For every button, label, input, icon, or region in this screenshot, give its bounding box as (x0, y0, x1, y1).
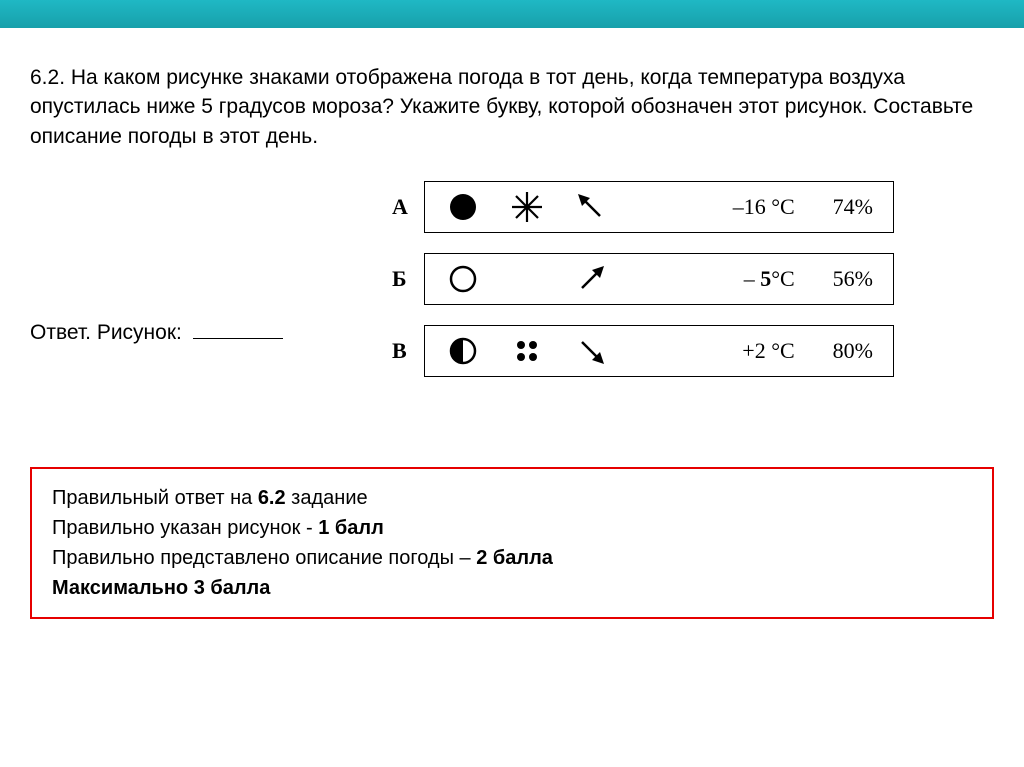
answer-blank-line (193, 338, 283, 339)
cloud-full-icon (445, 189, 481, 225)
scoring-line-1: Правильный ответ на 6.2 задание (52, 483, 972, 513)
empty-slot-b (509, 261, 545, 297)
question-text: 6.2. На каком рисунке знаками отображена… (30, 63, 994, 151)
wind-arrow-ne-icon (573, 261, 609, 297)
snow-icon (509, 189, 545, 225)
cloud-clear-icon (445, 261, 481, 297)
weather-box-v: +2 °C 80% (424, 325, 894, 377)
middle-section: Ответ. Рисунок: А (30, 181, 994, 377)
scoring-1b: 6.2 (258, 487, 286, 509)
temp-b-suffix: °C (771, 266, 794, 291)
weather-row-a: А (392, 181, 894, 233)
answer-label-text: Ответ. Рисунок: (30, 321, 182, 344)
humidity-b: 56% (833, 266, 873, 292)
scoring-1a: Правильный ответ на (52, 487, 258, 509)
wind-arrow-nw-icon (573, 189, 609, 225)
row-letter-v: В (392, 338, 412, 364)
temp-b: – 5°C (744, 266, 795, 292)
wind-arrow-se-icon (573, 333, 609, 369)
scoring-2a: Правильно указан рисунок - (52, 517, 318, 539)
weather-rows: А (392, 181, 894, 377)
weather-row-v: В (392, 325, 894, 377)
weather-box-a: –16 °C 74% (424, 181, 894, 233)
question-number: 6.2. (30, 66, 65, 89)
scoring-2b: 1 балл (318, 517, 384, 539)
scoring-line-3: Правильно представлено описание погоды –… (52, 543, 972, 573)
humidity-v: 80% (833, 338, 873, 364)
temp-b-bold: 5 (760, 266, 771, 291)
row-letter-a: А (392, 194, 412, 220)
question-body: На каком рисунке знаками отображена пого… (30, 66, 973, 148)
scoring-3b: 2 балла (476, 547, 553, 569)
top-accent-bar (0, 0, 1024, 28)
rain-dots-icon (509, 333, 545, 369)
scoring-box: Правильный ответ на 6.2 задание Правильн… (30, 467, 994, 619)
humidity-a: 74% (833, 194, 873, 220)
cloud-half-icon (445, 333, 481, 369)
weather-row-b: Б – 5°C 56% (392, 253, 894, 305)
scoring-line-2: Правильно указан рисунок - 1 балл (52, 513, 972, 543)
temp-a: –16 °C (733, 194, 795, 220)
temp-b-prefix: – (744, 266, 761, 291)
row-letter-b: Б (392, 266, 412, 292)
scoring-line-4: Максимально 3 балла (52, 573, 972, 603)
scoring-1c: задание (286, 487, 368, 509)
weather-box-b: – 5°C 56% (424, 253, 894, 305)
temp-v: +2 °C (742, 338, 794, 364)
content-area: 6.2. На каком рисунке знаками отображена… (0, 28, 1024, 377)
answer-label: Ответ. Рисунок: (30, 321, 283, 345)
scoring-3a: Правильно представлено описание погоды – (52, 547, 476, 569)
